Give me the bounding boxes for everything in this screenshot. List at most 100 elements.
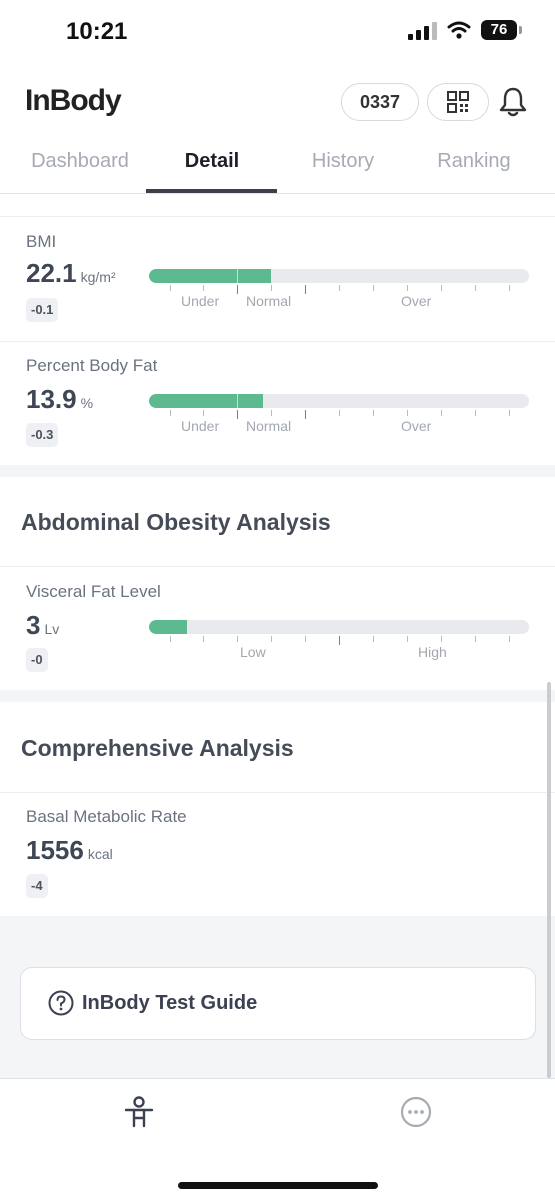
bmi-minor-tick [339,285,340,291]
qr-code-icon [447,91,469,113]
bmi-minor-tick [441,285,442,291]
visceral-minor-tick [237,636,238,642]
more-dots-icon[interactable] [400,1096,432,1128]
bmi-number: 22.1 [26,258,77,288]
pbf-label: Percent Body Fat [26,356,158,375]
visceral-range-low: Low [240,644,266,660]
bmi-minor-tick [170,285,171,291]
tab-dashboard[interactable]: Dashboard [14,150,146,173]
bmi-major-tick [237,285,238,294]
question-circle-icon [48,990,74,1016]
visceral-minor-tick [203,636,204,642]
qr-button[interactable] [427,83,489,121]
bmi-major-tick [305,285,306,294]
visceral-value: 3 Lv [26,610,59,641]
bmi-range-normal: Normal [246,293,292,309]
pbf-bar-track [149,394,529,408]
visceral-minor-tick [509,636,510,642]
section-title-abdominal: Abdominal Obesity Analysis [21,509,331,535]
visceral-minor-tick [441,636,442,642]
pbf-minor-tick [271,410,272,416]
pbf-range-under: Under [181,418,220,434]
pbf-value: 13.9 % [26,384,93,415]
bmi-minor-tick [475,285,476,291]
bell-icon[interactable] [498,86,528,118]
scrollbar[interactable] [547,682,551,1078]
bmi-gauge [149,269,529,294]
visceral-minor-tick [373,636,374,642]
pbf-minor-tick [203,410,204,416]
pbf-minor-tick [441,410,442,416]
person-icon[interactable] [122,1095,156,1129]
visceral-bar-track [149,620,529,634]
pbf-minor-tick [170,410,171,416]
divider [0,341,555,342]
bmi-minor-tick [203,285,204,291]
bmr-value: 1556 kcal [26,835,113,866]
visceral-minor-tick [475,636,476,642]
pbf-minor-tick [339,410,340,416]
pbf-minor-tick [475,410,476,416]
pbf-minor-tick [509,410,510,416]
bmi-value: 22.1 kg/m² [26,258,116,289]
visceral-number: 3 [26,610,41,640]
pbf-gauge [149,394,529,419]
pbf-number: 13.9 [26,384,77,414]
visceral-bar-fill [149,620,187,634]
visceral-label: Visceral Fat Level [26,582,161,601]
pbf-minor-tick [373,410,374,416]
bmi-minor-tick [407,285,408,291]
section-gap [0,465,555,477]
bmi-minor-tick [509,285,510,291]
bmi-range-under: Under [181,293,220,309]
pbf-major-tick [305,410,306,419]
pbf-bar-divider [237,394,238,408]
bmi-bar-divider [237,269,238,283]
status-time: 10:21 [66,18,128,45]
tab-history[interactable]: History [277,150,409,173]
divider [0,792,555,793]
visceral-major-tick [339,636,340,645]
pbf-range-over: Over [401,418,432,434]
tab-ranking[interactable]: Ranking [408,150,540,173]
bmi-label: BMI [26,232,57,251]
bmr-label: Basal Metabolic Rate [26,807,187,826]
signal-icon [408,20,437,40]
status-icons: 76 [408,20,522,40]
tab-divider [0,193,555,194]
home-indicator [178,1182,378,1189]
bmi-minor-tick [373,285,374,291]
visceral-minor-tick [271,636,272,642]
visceral-gauge [149,620,529,645]
pbf-minor-tick [407,410,408,416]
bmi-unit: kg/m² [80,269,116,285]
test-guide-label[interactable]: InBody Test Guide [82,992,257,1015]
app-logo: InBody [25,84,122,117]
pbf-major-tick [237,410,238,419]
pbf-bar-fill [149,394,263,408]
bmi-bar-track [149,269,529,283]
bmi-minor-tick [271,285,272,291]
bmi-change-badge: -0.1 [26,298,59,322]
bmr-unit: kcal [87,846,113,862]
bmi-range-over: Over [401,293,432,309]
pbf-unit: % [80,395,94,411]
wifi-icon [447,21,471,39]
battery-icon: 76 [481,20,522,40]
pbf-change-badge: -0.3 [26,423,59,447]
bmi-bar-fill [149,269,271,283]
tab-detail[interactable]: Detail [146,150,278,173]
bmr-number: 1556 [26,835,84,865]
bottom-nav-divider [0,1078,555,1079]
pbf-range-normal: Normal [246,418,292,434]
divider [0,216,555,217]
visceral-minor-tick [407,636,408,642]
visceral-unit: Lv [44,621,60,637]
visceral-range-high: High [418,644,447,660]
visceral-minor-tick [170,636,171,642]
section-title-comprehensive: Comprehensive Analysis [21,735,294,761]
section-gap [0,690,555,702]
divider [0,566,555,567]
visceral-minor-tick [305,636,306,642]
member-code-button[interactable]: 0337 [341,83,419,121]
